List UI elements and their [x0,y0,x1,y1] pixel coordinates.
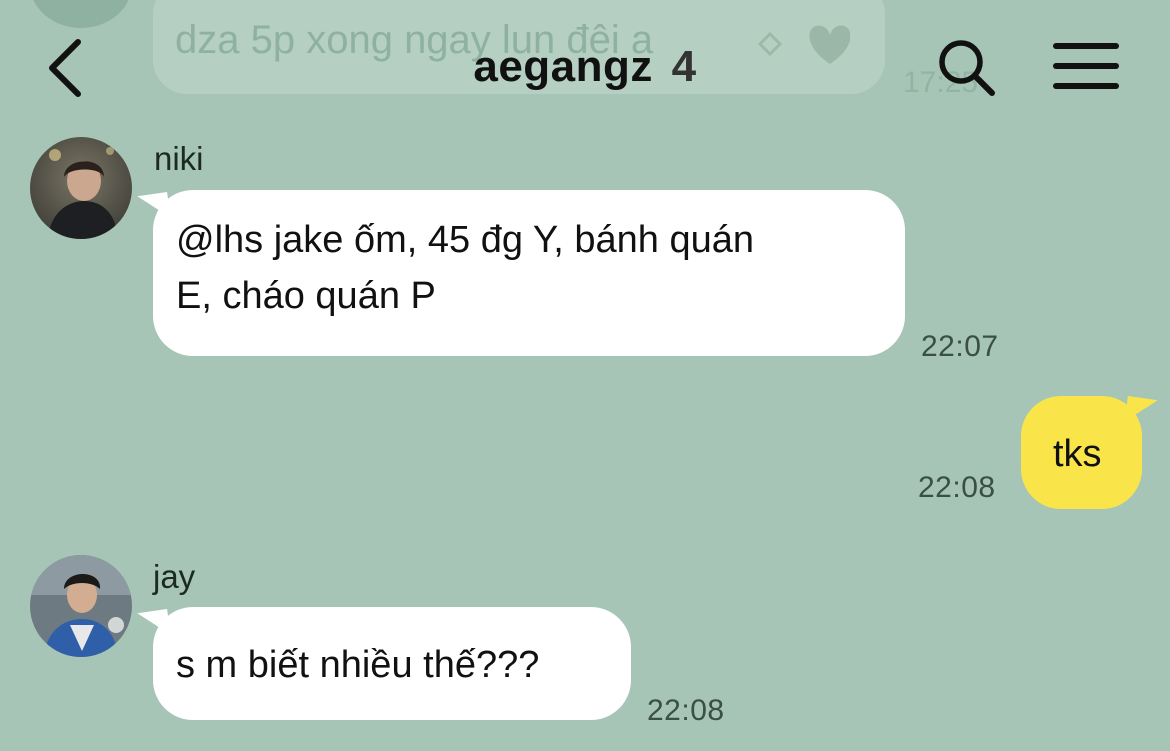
chat-header: aegangz 4 [0,0,1170,130]
member-count: 4 [671,42,697,91]
sender-name-jay: jay [153,558,196,595]
message-time: 22:08 [918,471,996,504]
avatar-niki[interactable] [30,137,132,239]
outgoing-message-bubble[interactable]: tks [1021,396,1142,509]
hamburger-menu-icon[interactable] [1052,40,1120,92]
message-text-line: @lhs jake ốm, 45 đg Y, bánh quán [176,219,755,261]
search-icon[interactable] [935,36,997,98]
avatar-jay[interactable] [30,555,132,657]
message-time: 22:08 [647,694,725,727]
message-bubble[interactable]: @lhs jake ốm, 45 đg Y, bánh quán E, cháo… [153,190,905,356]
chat-name: aegangz [473,42,653,91]
message-time: 22:07 [921,330,999,363]
sender-name-niki: niki [154,140,204,177]
message-text: s m biết nhiều thế??? [176,644,540,686]
message-bubble[interactable]: s m biết nhiều thế??? [153,607,631,720]
message-text-line: E, cháo quán P [176,275,436,317]
message-text: tks [1053,433,1102,475]
